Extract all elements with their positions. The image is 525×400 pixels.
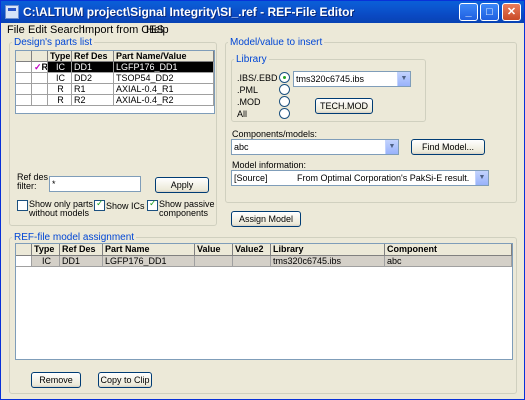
parts-header-partname[interactable]: Part Name/Value	[114, 51, 214, 62]
library-file-value: tms320c6745.ibs	[296, 74, 365, 84]
parts-list-legend: Design's parts list	[14, 37, 93, 48]
copy-to-clip-button[interactable]: Copy to Clip	[98, 372, 152, 388]
close-button[interactable]: ✕	[502, 3, 521, 21]
components-models-label: Components/models:	[232, 129, 318, 139]
parts-row-partname[interactable]: TSOP54_DD2	[114, 73, 214, 84]
assignment-table[interactable]: Type Ref Des Part Name Value Value2 Libr…	[15, 243, 513, 360]
assign-row-refdes[interactable]: DD1	[60, 256, 103, 267]
parts-row-refdes[interactable]: R1	[72, 84, 114, 95]
check-icon: ✓	[96, 198, 104, 208]
parts-row-check[interactable]	[16, 95, 32, 106]
parts-row-flag	[32, 84, 48, 95]
chevron-down-icon[interactable]: ▼	[385, 140, 398, 154]
radio-mod[interactable]	[279, 96, 290, 107]
menu-file[interactable]: File	[7, 23, 25, 37]
chevron-down-icon[interactable]: ▼	[475, 171, 488, 185]
maximize-button[interactable]: □	[480, 3, 499, 21]
chevron-down-icon[interactable]: ▼	[397, 72, 410, 86]
model-value-legend: Model/value to insert	[230, 37, 323, 48]
parts-row-partname[interactable]: LGFP176_DD1	[114, 62, 214, 73]
parts-row-refdes[interactable]: R2	[72, 95, 114, 106]
check-icon: ✓	[149, 198, 157, 208]
assign-row-partname[interactable]: LGFP176_DD1	[103, 256, 195, 267]
model-info-key: [Source]	[234, 173, 268, 183]
library-legend: Library	[236, 54, 267, 65]
radio-mod-label: .MOD	[237, 97, 261, 107]
parts-row-type[interactable]: R	[48, 84, 72, 95]
parts-row-refdes[interactable]: DD1	[72, 62, 114, 73]
checkmark-icon: ✓	[34, 62, 42, 72]
radio-pml-label: .PML	[237, 85, 259, 95]
show-only-parts-label-2: without models	[29, 208, 90, 218]
parts-header-type[interactable]: Type	[48, 51, 72, 62]
minimize-button[interactable]: _	[459, 3, 478, 21]
ref-des-filter-input[interactable]: *	[49, 176, 141, 192]
assign-header-partname[interactable]: Part Name	[103, 244, 195, 256]
parts-row-flag	[32, 73, 48, 84]
parts-row-type[interactable]: R	[48, 95, 72, 106]
tech-mod-button[interactable]: TECH.MOD	[315, 98, 373, 114]
show-ics-checkbox[interactable]: ✓	[94, 198, 105, 211]
assign-header-type[interactable]: Type	[32, 244, 60, 256]
parts-row-check[interactable]	[16, 73, 32, 84]
components-models-value: abc	[234, 142, 249, 152]
radio-all[interactable]	[279, 108, 290, 119]
radio-all-label: All	[237, 109, 248, 119]
show-ics-label: Show ICs	[106, 201, 145, 211]
assign-row-check[interactable]	[16, 256, 32, 267]
app-icon	[5, 5, 19, 19]
parts-header-flag	[32, 51, 48, 62]
show-passive-checkbox[interactable]: ✓	[147, 198, 158, 211]
assign-row-type[interactable]: IC	[32, 256, 60, 267]
assign-row-library[interactable]: tms320c6745.ibs	[271, 256, 385, 267]
menu-search[interactable]: Search	[50, 23, 85, 37]
parts-header-refdes[interactable]: Ref Des	[72, 51, 114, 62]
assign-header-value[interactable]: Value	[195, 244, 233, 256]
title-bar: C:\ALTIUM project\Signal Integrity\SI_.r…	[1, 1, 524, 23]
show-passive-label-2: components	[159, 208, 209, 218]
model-info-value: From Optimal Corporation's PakSi-E resul…	[297, 173, 470, 183]
model-information-combo[interactable]: [Source] From Optimal Corporation's PakS…	[231, 170, 489, 186]
assign-model-button[interactable]: Assign Model	[231, 211, 301, 227]
window-title: C:\ALTIUM project\Signal Integrity\SI_.r…	[23, 5, 355, 19]
menu-edit[interactable]: Edit	[28, 23, 47, 37]
model-information-label: Model information:	[232, 160, 307, 170]
ref-file-assignment-legend: REF-file model assignment	[14, 232, 135, 243]
parts-row-partname[interactable]: AXIAL-0.4_R1	[114, 84, 214, 95]
ref-file-editor-window: C:\ALTIUM project\Signal Integrity\SI_.r…	[0, 0, 525, 400]
assign-header-component[interactable]: Component	[385, 244, 512, 256]
radio-pml[interactable]	[279, 84, 290, 95]
parts-header-check	[16, 51, 32, 62]
components-models-combo[interactable]: abc ▼	[231, 139, 399, 155]
assign-row-value[interactable]	[195, 256, 233, 267]
parts-row-type[interactable]: IC	[48, 73, 72, 84]
radio-ibs[interactable]	[279, 72, 290, 83]
library-file-combo[interactable]: tms320c6745.ibs ▼	[293, 71, 411, 87]
parts-row-flag: ✓R	[32, 62, 48, 73]
radio-ibs-label: .IBS/.EBD	[237, 73, 278, 83]
assign-row-component[interactable]: abc	[385, 256, 512, 267]
find-model-button[interactable]: Find Model...	[411, 139, 485, 155]
remove-button[interactable]: Remove	[31, 372, 81, 388]
assign-header-refdes[interactable]: Ref Des	[60, 244, 103, 256]
assign-row-value2[interactable]	[233, 256, 271, 267]
menu-help[interactable]: Help	[146, 23, 169, 37]
parts-row-check[interactable]	[16, 62, 32, 73]
assign-header-check	[16, 244, 32, 256]
menu-bar: File Edit Search Import from CES Help	[1, 23, 524, 37]
apply-button[interactable]: Apply	[155, 177, 209, 193]
ref-des-label-2: filter:	[17, 181, 37, 191]
assign-header-value2[interactable]: Value2	[233, 244, 271, 256]
parts-row-flag	[32, 95, 48, 106]
parts-row-check[interactable]	[16, 84, 32, 95]
parts-list-table[interactable]: Type Ref Des Part Name/Value ✓R IC DD1 L…	[15, 50, 215, 114]
parts-row-refdes[interactable]: DD2	[72, 73, 114, 84]
parts-row-type[interactable]: IC	[48, 62, 72, 73]
parts-row-partname[interactable]: AXIAL-0.4_R2	[114, 95, 214, 106]
show-only-parts-checkbox[interactable]	[17, 200, 28, 211]
assign-header-library[interactable]: Library	[271, 244, 385, 256]
